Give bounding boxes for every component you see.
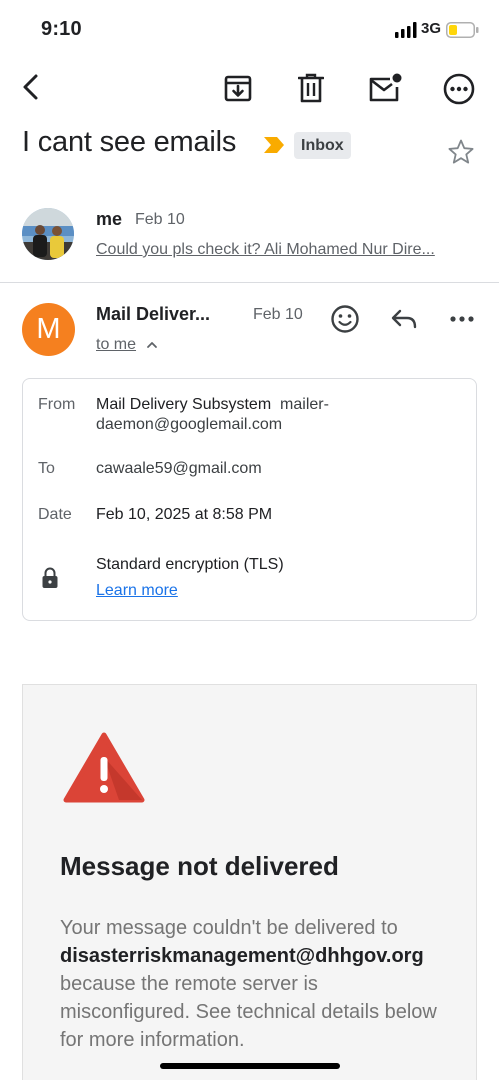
delivery-failure-card: Message not delivered Your message could… bbox=[22, 684, 477, 1080]
avatar[interactable] bbox=[22, 208, 74, 260]
trash-icon bbox=[298, 73, 324, 103]
message-sender: me bbox=[96, 209, 123, 229]
home-indicator bbox=[160, 1063, 340, 1069]
learn-more-link[interactable]: Learn more bbox=[96, 582, 178, 600]
more-horizontal-icon bbox=[450, 316, 474, 322]
mail-unread-icon bbox=[369, 73, 402, 102]
to-label: To bbox=[38, 460, 55, 477]
date-value: Feb 10, 2025 at 8:58 PM bbox=[96, 506, 273, 523]
message-snippet[interactable]: Could you pls check it? Ali Mohamed Nur … bbox=[96, 241, 476, 259]
emoji-icon bbox=[331, 305, 359, 333]
battery-icon bbox=[446, 22, 479, 38]
message-details-card: From Mail Delivery Subsystem mailer-daem… bbox=[22, 378, 477, 621]
reply-button[interactable] bbox=[387, 304, 421, 334]
bounce-address: disasterriskmanagement@dhhgov.org bbox=[60, 945, 424, 967]
bounce-title: Message not delivered bbox=[60, 851, 339, 881]
signal-icon bbox=[395, 22, 417, 38]
bounce-body-suffix: because the remote server is misconfigur… bbox=[60, 973, 437, 1051]
message-date: Feb 10 bbox=[253, 306, 303, 323]
star-icon[interactable] bbox=[447, 138, 475, 166]
network-type: 3G bbox=[421, 20, 442, 37]
delete-button[interactable] bbox=[294, 70, 328, 106]
message-date: Feb 10 bbox=[135, 211, 185, 228]
profile-photo-icon bbox=[22, 208, 74, 260]
reply-icon bbox=[391, 309, 417, 329]
message-more-button[interactable] bbox=[446, 306, 478, 332]
archive-icon bbox=[224, 75, 252, 102]
lock-icon bbox=[42, 567, 58, 588]
more-circle-icon bbox=[443, 73, 475, 105]
recipient-toggle[interactable]: to me bbox=[96, 336, 136, 354]
from-value: Mail Delivery Subsystem mailer-daemon@go… bbox=[96, 395, 396, 435]
from-name: Mail Delivery Subsystem bbox=[96, 396, 272, 413]
more-options-button[interactable] bbox=[442, 72, 476, 106]
bounce-message: Your message couldn't be delivered to di… bbox=[60, 914, 445, 1054]
warning-icon bbox=[63, 732, 145, 803]
divider bbox=[0, 282, 499, 283]
message-sender: Mail Deliver... bbox=[96, 304, 211, 324]
archive-button[interactable] bbox=[220, 70, 256, 106]
important-marker-icon[interactable] bbox=[262, 135, 286, 155]
back-arrow-icon bbox=[23, 74, 38, 100]
date-label: Date bbox=[38, 506, 72, 523]
bounce-body-prefix: Your message couldn't be delivered to bbox=[60, 917, 398, 939]
encryption-value: Standard encryption (TLS) bbox=[96, 556, 284, 573]
chevron-up-icon[interactable] bbox=[146, 340, 158, 350]
from-label: From bbox=[38, 396, 76, 413]
email-subject: I cant see emails bbox=[22, 126, 237, 158]
react-emoji-button[interactable] bbox=[328, 302, 362, 336]
label-inbox[interactable]: Inbox bbox=[294, 132, 351, 159]
status-time: 9:10 bbox=[41, 18, 82, 40]
status-bar: 9:10 3G bbox=[0, 0, 499, 56]
back-button[interactable] bbox=[14, 70, 48, 104]
mark-unread-button[interactable] bbox=[366, 70, 404, 106]
to-value[interactable]: cawaale59@gmail.com bbox=[96, 459, 262, 479]
sender-avatar[interactable]: M bbox=[22, 303, 75, 356]
